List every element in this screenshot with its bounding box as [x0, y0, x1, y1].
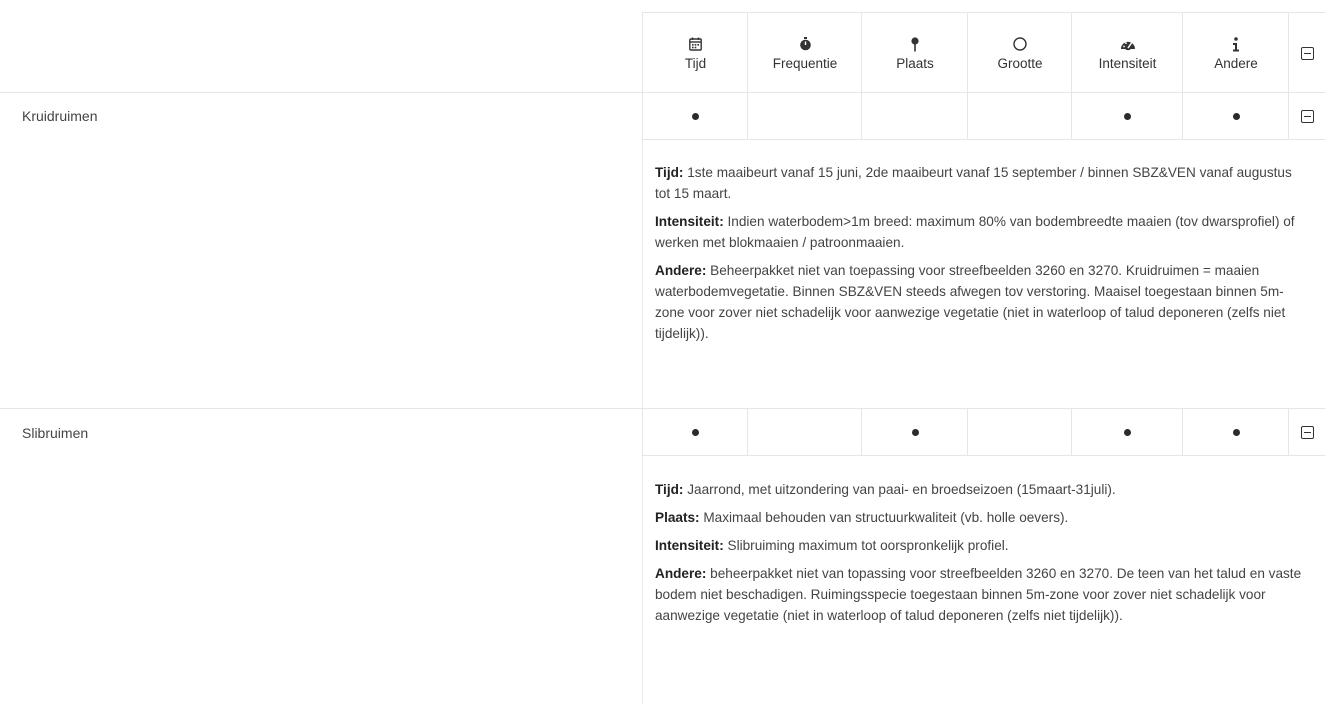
column-label: Frequentie — [772, 56, 838, 71]
mark-cell-grootte — [967, 93, 1072, 139]
mark-cell-andere — [1182, 93, 1289, 139]
mark-cell-intensiteit — [1071, 409, 1183, 455]
collapse-all-button[interactable] — [1288, 13, 1325, 93]
detail-intensiteit: Intensiteit: Slibruiming maximum tot oor… — [655, 535, 1305, 556]
table-row — [642, 93, 1325, 139]
mark-dot — [1232, 428, 1240, 436]
detail-term: Andere: — [655, 263, 707, 278]
pin-icon — [910, 35, 920, 53]
collapse-icon — [1301, 425, 1314, 439]
column-header-frequentie: Frequentie — [747, 13, 862, 93]
detail-term: Andere: — [655, 566, 707, 581]
mark-cell-tijd — [642, 409, 748, 455]
detail-text: Maximaal behouden van structuurkwaliteit… — [699, 510, 1069, 525]
detail-text: Beheerpakket niet van toepassing voor st… — [655, 263, 1286, 341]
detail-term: Tijd: — [655, 165, 684, 180]
detail-text: 1ste maaibeurt vanaf 15 juni, 2de maaibe… — [655, 165, 1292, 201]
detail-plaats: Plaats: Maximaal behouden van structuurk… — [655, 507, 1305, 528]
stopwatch-icon — [799, 35, 812, 53]
column-header-andere: Andere — [1182, 13, 1289, 93]
detail-andere: Andere: Beheerpakket niet van toepassing… — [655, 260, 1305, 344]
detail-tijd: Tijd: Jaarrond, met uitzondering van paa… — [655, 479, 1305, 500]
detail-text: beheerpakket niet van topassing voor str… — [655, 566, 1302, 623]
mark-cell-plaats — [861, 93, 968, 139]
column-header-tijd: Tijd — [642, 13, 748, 93]
column-label: Intensiteit — [1098, 56, 1157, 71]
detail-tijd: Tijd: 1ste maaibeurt vanaf 15 juni, 2de … — [655, 162, 1305, 204]
mark-cell-plaats — [861, 409, 968, 455]
mark-cell-frequentie — [747, 409, 862, 455]
mark-dot — [1232, 112, 1240, 120]
circle-icon — [1013, 35, 1027, 53]
mark-dot — [1124, 112, 1131, 120]
detail-andere: Andere: beheerpakket niet van topassing … — [655, 563, 1305, 626]
mark-dot — [692, 112, 699, 120]
column-label: Tijd — [684, 56, 707, 71]
mark-cell-frequentie — [747, 93, 862, 139]
mark-dot — [692, 428, 699, 436]
gauge-icon — [1120, 35, 1136, 53]
detail-text: Slibruiming maximum tot oorspronkelijk p… — [723, 538, 1009, 553]
row-details-kruidruimen: Tijd: 1ste maaibeurt vanaf 15 juni, 2de … — [655, 162, 1305, 351]
row-label-slibruimen: Slibruimen — [22, 425, 89, 441]
collapse-icon — [1301, 109, 1314, 123]
detail-term: Intensiteit: — [655, 214, 724, 229]
collapse-icon — [1301, 46, 1314, 60]
mark-cell-tijd — [642, 93, 748, 139]
detail-term: Tijd: — [655, 482, 684, 497]
column-header-intensiteit: Intensiteit — [1071, 13, 1183, 93]
mark-dot — [911, 428, 919, 436]
column-label: Andere — [1214, 56, 1258, 71]
mark-cell-intensiteit — [1071, 93, 1183, 139]
info-icon — [1232, 35, 1240, 53]
divider — [642, 455, 1325, 456]
row-label-kruidruimen: Kruidruimen — [22, 108, 98, 124]
mark-cell-andere — [1182, 409, 1289, 455]
column-label: Plaats — [896, 56, 934, 71]
table-header: Tijd Frequentie Plaats Grootte Intensite… — [642, 12, 1325, 93]
column-header-grootte: Grootte — [967, 13, 1072, 93]
row-details-slibruimen: Tijd: Jaarrond, met uitzondering van paa… — [655, 479, 1305, 633]
table-row — [642, 409, 1325, 455]
detail-intensiteit: Intensiteit: Indien waterbodem>1m breed:… — [655, 211, 1305, 253]
detail-text: Jaarrond, met uitzondering van paai- en … — [683, 482, 1116, 497]
calendar-icon — [689, 35, 702, 53]
collapse-row-button[interactable] — [1288, 93, 1325, 139]
detail-term: Intensiteit: — [655, 538, 724, 553]
detail-text: Indien waterbodem>1m breed: maximum 80% … — [655, 214, 1295, 250]
detail-term: Plaats: — [655, 510, 700, 525]
collapse-row-button[interactable] — [1288, 409, 1325, 455]
column-label: Grootte — [997, 56, 1043, 71]
mark-dot — [1124, 428, 1131, 436]
mark-cell-grootte — [967, 409, 1072, 455]
divider — [642, 139, 1325, 140]
column-header-plaats: Plaats — [861, 13, 968, 93]
